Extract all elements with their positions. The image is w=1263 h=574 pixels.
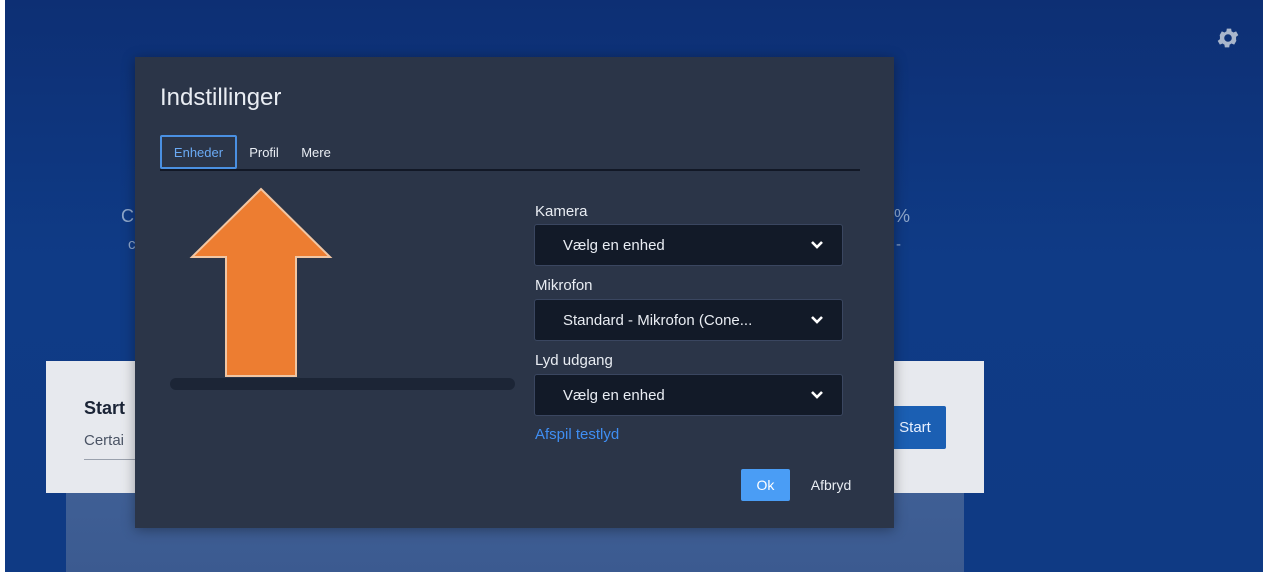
- background-partial-text: %: [894, 206, 911, 226]
- tab-mere[interactable]: Mere: [295, 135, 337, 169]
- modal-title: Indstillinger: [160, 84, 282, 111]
- settings-gear-button[interactable]: [1214, 24, 1242, 52]
- background-partial-text: -: [896, 236, 901, 253]
- audio-output-select-value: Vælg en enhed: [563, 386, 665, 404]
- cancel-button[interactable]: Afbryd: [803, 469, 859, 501]
- play-test-sound-link[interactable]: Afspil testlyd: [535, 426, 619, 443]
- chevron-down-icon: [811, 391, 823, 399]
- card-title: Start: [84, 398, 126, 418]
- microphone-select[interactable]: Standard - Mikrofon (Cone...: [534, 299, 843, 341]
- audio-output-select[interactable]: Vælg en enhed: [534, 374, 843, 416]
- frame-left: [0, 0, 5, 574]
- gear-icon: [1217, 28, 1239, 48]
- ok-button[interactable]: Ok: [741, 469, 790, 501]
- tabs-divider: [160, 169, 860, 171]
- tab-enheder[interactable]: Enheder: [160, 135, 237, 169]
- camera-select-value: Vælg en enhed: [563, 236, 665, 254]
- background-partial-text: C: [121, 206, 134, 226]
- card-subtitle: Certai: [84, 432, 125, 449]
- tab-profil[interactable]: Profil: [243, 135, 285, 169]
- audio-output-label: Lyd udgang: [535, 352, 613, 369]
- chevron-down-icon: [811, 241, 823, 249]
- camera-label: Kamera: [535, 203, 588, 220]
- settings-modal: Indstillinger Enheder Profil Mere Kamera…: [135, 57, 894, 528]
- microphone-select-value: Standard - Mikrofon (Cone...: [563, 311, 753, 329]
- camera-select[interactable]: Vælg en enhed: [534, 224, 843, 266]
- chevron-down-icon: [811, 316, 823, 324]
- arrow-up-icon: [189, 187, 333, 377]
- microphone-label: Mikrofon: [535, 277, 593, 294]
